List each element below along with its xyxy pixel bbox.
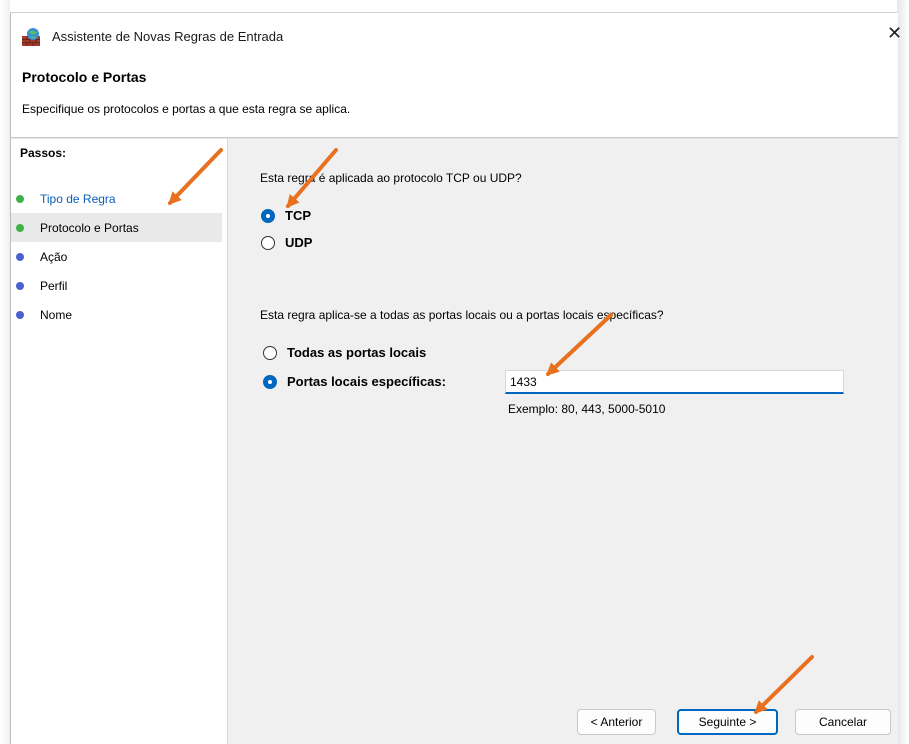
steps-title: Passos: <box>20 146 67 160</box>
radio-tcp-label[interactable]: TCP <box>285 208 311 223</box>
step-label: Perfil <box>40 279 68 293</box>
window-shadow-left <box>0 0 10 744</box>
step-pending-icon <box>16 282 24 290</box>
window-shadow-right <box>897 0 909 744</box>
step-tipo-de-regra[interactable]: Tipo de Regra <box>11 184 222 213</box>
wizard-window: Assistente de Novas Regras de Entrada ✕ … <box>10 12 902 744</box>
radio-all-ports[interactable] <box>263 346 277 360</box>
radio-specific-ports-label[interactable]: Portas locais específicas: <box>287 374 446 389</box>
page-subtitle: Especifique os protocolos e portas a que… <box>22 102 351 116</box>
steps-panel: Passos: Tipo de Regra Protocolo e Portas… <box>11 139 222 744</box>
window-title: Assistente de Novas Regras de Entrada <box>52 29 284 44</box>
firewall-icon <box>22 28 40 46</box>
cancel-button[interactable]: Cancelar <box>795 709 891 735</box>
close-icon[interactable]: ✕ <box>887 25 902 43</box>
step-acao: Ação <box>11 242 222 271</box>
protocol-question: Esta regra é aplicada ao protocolo TCP o… <box>260 171 522 185</box>
radio-tcp[interactable] <box>261 209 275 223</box>
page-title: Protocolo e Portas <box>22 69 147 85</box>
title-bar[interactable]: Assistente de Novas Regras de Entrada ✕ <box>11 13 902 57</box>
step-label: Protocolo e Portas <box>40 221 139 235</box>
next-button[interactable]: Seguinte > <box>677 709 778 735</box>
step-label: Ação <box>40 250 68 264</box>
radio-specific-ports[interactable] <box>263 375 277 389</box>
radio-all-ports-label[interactable]: Todas as portas locais <box>287 345 426 360</box>
ports-example: Exemplo: 80, 443, 5000-5010 <box>508 402 666 416</box>
step-nome: Nome <box>11 300 222 329</box>
radio-udp[interactable] <box>261 236 275 250</box>
step-current-icon <box>16 224 24 232</box>
step-label[interactable]: Tipo de Regra <box>40 192 116 206</box>
ports-question: Esta regra aplica-se a todas as portas l… <box>260 308 664 322</box>
step-pending-icon <box>16 253 24 261</box>
radio-udp-label[interactable]: UDP <box>285 235 312 250</box>
step-completed-icon <box>16 195 24 203</box>
step-protocolo-e-portas[interactable]: Protocolo e Portas <box>11 213 222 242</box>
back-button[interactable]: < Anterior <box>577 709 656 735</box>
main-panel: Esta regra é aplicada ao protocolo TCP o… <box>227 139 898 744</box>
step-pending-icon <box>16 311 24 319</box>
page-header: Protocolo e Portas Especifique os protoc… <box>11 57 898 137</box>
ports-input[interactable] <box>505 370 844 394</box>
step-label: Nome <box>40 308 73 322</box>
step-perfil: Perfil <box>11 271 222 300</box>
